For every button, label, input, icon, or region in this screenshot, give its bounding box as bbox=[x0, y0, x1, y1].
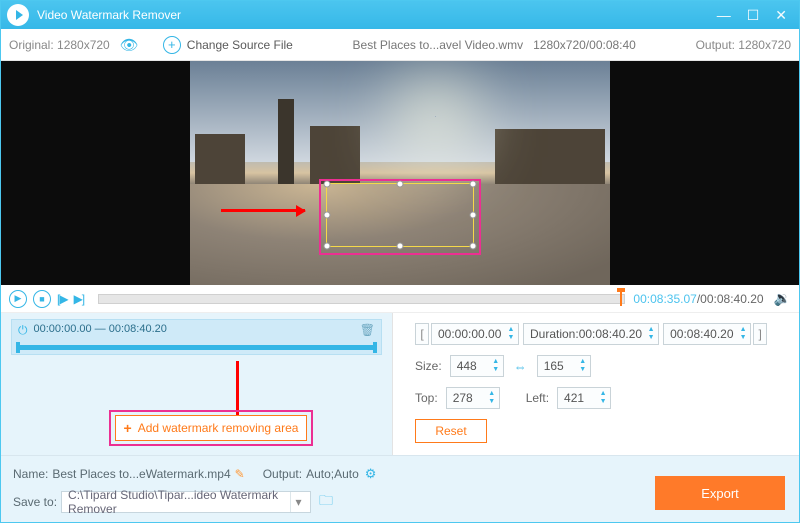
original-size-label: Original: 1280x720 bbox=[9, 38, 110, 52]
save-path-text: C:\Tipard Studio\Tipar...ideo Watermark … bbox=[68, 488, 304, 516]
minimize-icon[interactable]: — bbox=[717, 7, 731, 24]
segment-toggle-icon[interactable]: ⏻ bbox=[18, 323, 28, 338]
resize-handle-w[interactable] bbox=[324, 212, 331, 219]
maximize-icon[interactable]: ☐ bbox=[747, 7, 760, 24]
height-input[interactable]: 165▲▼ bbox=[537, 355, 591, 377]
resize-handle-e[interactable] bbox=[470, 212, 477, 219]
output-format-value: Auto;Auto bbox=[306, 467, 359, 481]
app-title: Video Watermark Remover bbox=[37, 8, 181, 22]
down-icon[interactable]: ▼ bbox=[506, 334, 516, 342]
set-start-button[interactable]: [▶ bbox=[57, 292, 68, 306]
plus-circle-icon: + bbox=[163, 36, 181, 54]
time-display: 00:08:35.07/00:08:40.20 bbox=[633, 292, 763, 306]
output-name: Best Places to...eWatermark.mp4 bbox=[52, 467, 230, 481]
resize-handle-s[interactable] bbox=[397, 243, 404, 250]
add-area-button[interactable]: + Add watermark removing area bbox=[115, 415, 307, 441]
up-icon[interactable]: ▲ bbox=[578, 358, 588, 366]
up-icon[interactable]: ▲ bbox=[598, 390, 608, 398]
close-icon[interactable]: ✕ bbox=[775, 7, 787, 24]
output-format-label: Output: bbox=[263, 467, 302, 481]
preview-toggle-icon[interactable]: 👁 bbox=[120, 36, 139, 54]
left-label: Left: bbox=[526, 391, 549, 405]
set-end-button[interactable]: ▶] bbox=[74, 292, 85, 306]
properties-panel: [ 00:00:00.00▲▼ Duration:00:08:40.20▲▼ 0… bbox=[393, 313, 799, 455]
open-folder-icon[interactable]: 🗀 bbox=[319, 490, 333, 514]
save-to-label: Save to: bbox=[13, 495, 57, 509]
toolbar: Original: 1280x720 👁 + Change Source Fil… bbox=[1, 29, 799, 61]
stop-button[interactable]: ■ bbox=[33, 290, 51, 308]
save-path-input[interactable]: C:\Tipard Studio\Tipar...ideo Watermark … bbox=[61, 491, 311, 513]
path-dropdown-icon[interactable]: ▾ bbox=[290, 492, 306, 512]
width-input[interactable]: 448▲▼ bbox=[450, 355, 504, 377]
size-label: Size: bbox=[415, 359, 442, 373]
app-window: Video Watermark Remover — ☐ ✕ Original: … bbox=[0, 0, 800, 523]
file-meta: 1280x720/00:08:40 bbox=[533, 38, 636, 52]
left-input[interactable]: 421▲▼ bbox=[557, 387, 611, 409]
down-icon[interactable]: ▼ bbox=[578, 366, 588, 374]
export-button[interactable]: Export bbox=[655, 476, 785, 510]
output-settings-icon[interactable]: ⚙ bbox=[365, 466, 377, 482]
resize-handle-n[interactable] bbox=[397, 181, 404, 188]
up-icon[interactable]: ▲ bbox=[738, 326, 748, 334]
range-handle-right[interactable] bbox=[373, 342, 377, 353]
file-info: Best Places to...avel Video.wmv 1280x720… bbox=[293, 38, 696, 52]
resize-handle-se[interactable] bbox=[470, 243, 477, 250]
volume-icon[interactable]: 🔉 bbox=[774, 290, 791, 307]
output-size-label: Output: 1280x720 bbox=[696, 38, 791, 52]
set-out-button[interactable]: ] bbox=[753, 323, 767, 345]
reset-button[interactable]: Reset bbox=[415, 419, 487, 443]
top-label: Top: bbox=[415, 391, 438, 405]
aspect-lock-icon[interactable]: ⇔ bbox=[514, 359, 527, 374]
down-icon[interactable]: ▼ bbox=[598, 398, 608, 406]
watermark-selection-box[interactable] bbox=[326, 183, 474, 247]
play-button[interactable]: ▶ bbox=[9, 290, 27, 308]
resize-handle-nw[interactable] bbox=[324, 181, 331, 188]
plus-icon: + bbox=[124, 420, 132, 436]
app-logo-icon bbox=[7, 4, 29, 26]
segment-times: 00:00:00.00 — 00:08:40.20 bbox=[34, 323, 167, 335]
add-area-label: Add watermark removing area bbox=[138, 421, 299, 435]
resize-handle-ne[interactable] bbox=[470, 181, 477, 188]
down-icon[interactable]: ▼ bbox=[491, 366, 501, 374]
start-time-input[interactable]: 00:00:00.00▲▼ bbox=[431, 323, 519, 345]
segment-item[interactable]: ⏻ 00:00:00.00 — 00:08:40.20 🗑 bbox=[11, 319, 382, 355]
rename-icon[interactable]: ✎ bbox=[235, 467, 245, 481]
down-icon[interactable]: ▼ bbox=[738, 334, 748, 342]
playback-bar: ▶ ■ [▶ ▶] 00:08:35.07/00:08:40.20 🔉 bbox=[1, 285, 799, 313]
lower-panel: ⏻ 00:00:00.00 — 00:08:40.20 🗑 + Add water… bbox=[1, 313, 799, 455]
annotation-arrow-icon bbox=[221, 209, 305, 212]
title-bar: Video Watermark Remover — ☐ ✕ bbox=[1, 1, 799, 29]
segments-panel: ⏻ 00:00:00.00 — 00:08:40.20 🗑 + Add water… bbox=[1, 313, 393, 455]
delete-segment-icon[interactable]: 🗑 bbox=[360, 323, 375, 337]
bottom-bar: Name: Best Places to...eWatermark.mp4 ✎ … bbox=[1, 455, 799, 522]
segment-range-bar[interactable] bbox=[18, 345, 375, 350]
up-icon[interactable]: ▲ bbox=[491, 358, 501, 366]
down-icon[interactable]: ▼ bbox=[487, 398, 497, 406]
range-handle-left[interactable] bbox=[16, 342, 20, 353]
up-icon[interactable]: ▲ bbox=[646, 326, 656, 334]
change-source-button[interactable]: + Change Source File bbox=[163, 36, 293, 54]
file-name: Best Places to...avel Video.wmv bbox=[353, 38, 524, 52]
resize-handle-sw[interactable] bbox=[324, 243, 331, 250]
name-label: Name: bbox=[13, 467, 48, 481]
duration-input[interactable]: Duration:00:08:40.20▲▼ bbox=[523, 323, 659, 345]
playback-track[interactable] bbox=[98, 294, 625, 304]
video-preview[interactable] bbox=[1, 61, 799, 285]
end-time-input[interactable]: 00:08:40.20▲▼ bbox=[663, 323, 751, 345]
playhead[interactable] bbox=[620, 292, 622, 306]
set-in-button[interactable]: [ bbox=[415, 323, 429, 345]
change-source-label: Change Source File bbox=[187, 38, 293, 52]
up-icon[interactable]: ▲ bbox=[506, 326, 516, 334]
top-input[interactable]: 278▲▼ bbox=[446, 387, 500, 409]
up-icon[interactable]: ▲ bbox=[487, 390, 497, 398]
down-icon[interactable]: ▼ bbox=[646, 334, 656, 342]
